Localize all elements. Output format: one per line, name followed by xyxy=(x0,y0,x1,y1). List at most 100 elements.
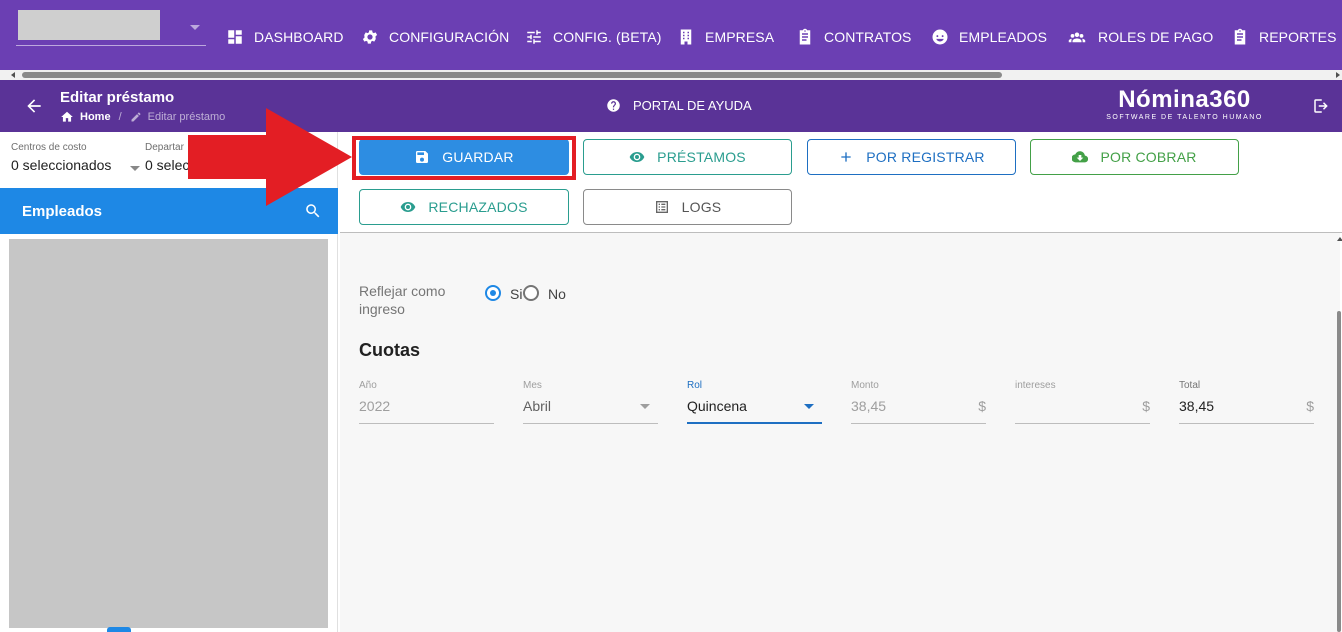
nav-roles-de-pago[interactable]: ROLES DE PAGO xyxy=(1066,22,1213,52)
report-icon xyxy=(1234,28,1246,45)
list-icon xyxy=(655,201,668,213)
eye-icon xyxy=(629,152,645,162)
scroll-left-icon[interactable] xyxy=(11,72,15,78)
top-nav: DASHBOARD CONFIGURACIÓN CONFIG. (BETA) E… xyxy=(0,0,1342,70)
installments-title: Cuotas xyxy=(359,340,421,360)
departments-value: 0 selec xyxy=(145,157,190,173)
total-currency: $ xyxy=(1306,398,1314,414)
nav-configuracion[interactable]: CONFIGURACIÓN xyxy=(361,22,509,52)
pencil-icon xyxy=(131,112,141,122)
loans-button-label: PRÉSTAMOS xyxy=(657,149,746,165)
radio-no[interactable] xyxy=(523,285,539,301)
to-collect-button-label: POR COBRAR xyxy=(1100,149,1197,165)
month-value: Abril xyxy=(523,398,552,414)
gear-icon xyxy=(362,30,378,44)
rejected-button-label: RECHAZADOS xyxy=(428,199,528,215)
interest-field: intereses $ xyxy=(1015,380,1150,424)
help-portal-link[interactable]: PORTAL DE AYUDA xyxy=(606,98,752,113)
face-icon xyxy=(932,29,948,45)
nav-config-beta-label: CONFIG. (BETA) xyxy=(553,29,662,45)
nav-dashboard[interactable]: DASHBOARD xyxy=(226,22,344,52)
nav-config-beta[interactable]: CONFIG. (BETA) xyxy=(525,22,661,52)
scroll-up-icon[interactable] xyxy=(1337,237,1342,241)
logout-button[interactable] xyxy=(1312,97,1330,115)
departments-label: Departar xyxy=(145,142,184,153)
horizontal-scrollbar[interactable] xyxy=(0,70,1342,80)
to-register-button[interactable]: POR REGISTRAR xyxy=(807,139,1016,175)
nav-configuracion-label: CONFIGURACIÓN xyxy=(389,29,510,45)
amount-value: 38,45 xyxy=(851,398,887,414)
interest-label: intereses xyxy=(1015,380,1056,391)
brand-logo: Nómina360 SOFTWARE DE TALENTO HUMANO xyxy=(1102,86,1267,122)
employees-title: Empleados xyxy=(22,203,103,220)
rejected-button[interactable]: RECHAZADOS xyxy=(359,189,569,225)
radio-yes[interactable] xyxy=(485,285,501,301)
role-label: Rol xyxy=(687,380,703,391)
year-label: Año xyxy=(359,380,377,391)
caret-down-icon xyxy=(804,404,814,409)
help-circle-icon xyxy=(607,99,620,112)
amount-label: Monto xyxy=(851,380,879,391)
building-icon xyxy=(680,29,692,45)
cost-centers-filter[interactable]: Centros de costo 0 seleccionados xyxy=(11,142,111,173)
employee-list[interactable] xyxy=(9,239,328,628)
radio-no-label[interactable]: No xyxy=(548,286,566,302)
caret-down-icon xyxy=(640,404,650,409)
radio-yes-label[interactable]: Si xyxy=(510,286,522,302)
company-select-value xyxy=(18,10,160,40)
logout-icon xyxy=(1314,99,1328,113)
breadcrumb-separator: / xyxy=(118,111,122,123)
logs-button[interactable]: LOGS xyxy=(583,189,792,225)
cost-centers-value: 0 seleccionados xyxy=(11,157,112,173)
loans-button[interactable]: PRÉSTAMOS xyxy=(583,139,792,175)
employees-panel: Centros de costo 0 seleccionados Departa… xyxy=(0,132,338,632)
plus-icon xyxy=(841,152,851,162)
brand-name: Nómina360 xyxy=(1118,86,1251,113)
caret-down-icon[interactable] xyxy=(130,166,140,171)
company-select[interactable] xyxy=(16,8,206,46)
nav-empleados[interactable]: EMPLEADOS xyxy=(931,22,1047,52)
breadcrumb-home[interactable]: Home xyxy=(80,111,111,123)
brand-tagline: SOFTWARE DE TALENTO HUMANO xyxy=(1106,114,1263,121)
arrow-left-icon xyxy=(27,99,41,113)
amount-field: Monto 38,45 $ xyxy=(851,380,986,424)
nav-reportes-label: REPORTES xyxy=(1259,29,1337,45)
nav-contratos[interactable]: CONTRATOS xyxy=(796,22,912,52)
dashboard-icon xyxy=(228,30,242,44)
page-title: Editar préstamo xyxy=(60,89,175,106)
nav-contratos-label: CONTRATOS xyxy=(824,29,912,45)
role-value: Quincena xyxy=(687,398,747,414)
year-value: 2022 xyxy=(359,398,391,414)
cost-centers-label: Centros de costo xyxy=(11,142,87,153)
list-resize-handle[interactable] xyxy=(107,627,131,632)
role-select[interactable]: Rol Quincena xyxy=(687,380,822,424)
caret-down-icon xyxy=(190,25,200,30)
nav-roles-de-pago-label: ROLES DE PAGO xyxy=(1098,29,1214,45)
nav-empresa[interactable]: EMPRESA xyxy=(677,22,774,52)
reflect-income-label: Reflejar como ingreso xyxy=(359,283,446,317)
home-icon xyxy=(61,111,73,122)
scroll-right-icon[interactable] xyxy=(1336,72,1340,78)
vertical-scrollbar[interactable] xyxy=(1336,233,1342,632)
clipboard-icon xyxy=(799,28,811,45)
highlight-annotation xyxy=(352,136,576,180)
month-select[interactable]: Mes Abril xyxy=(523,380,658,424)
nav-reportes[interactable]: REPORTES xyxy=(1231,22,1337,52)
to-collect-button[interactable]: POR COBRAR xyxy=(1030,139,1239,175)
people-icon xyxy=(1068,32,1086,43)
help-portal-label: PORTAL DE AYUDA xyxy=(633,98,752,113)
nav-dashboard-label: DASHBOARD xyxy=(254,29,344,45)
cloud-download-icon xyxy=(1072,151,1089,163)
nav-empresa-label: EMPRESA xyxy=(705,29,775,45)
departments-filter[interactable]: Departar 0 selec xyxy=(145,142,189,173)
to-register-button-label: POR REGISTRAR xyxy=(866,149,985,165)
total-field[interactable]: Total 38,45 $ xyxy=(1179,380,1314,424)
eye-icon xyxy=(401,202,416,212)
interest-currency: $ xyxy=(1142,398,1150,414)
scrollbar-thumb[interactable] xyxy=(22,72,1002,78)
nav-empleados-label: EMPLEADOS xyxy=(959,29,1048,45)
tune-icon xyxy=(527,30,541,44)
total-label: Total xyxy=(1179,380,1201,391)
scrollbar-thumb[interactable] xyxy=(1337,311,1341,632)
back-button[interactable] xyxy=(24,96,44,116)
